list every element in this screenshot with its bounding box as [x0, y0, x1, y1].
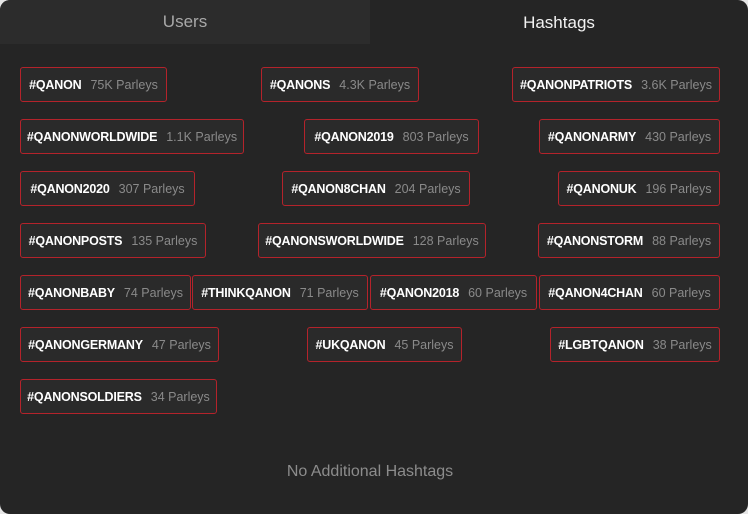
hashtag-count: 307 Parleys [118, 181, 185, 196]
hashtag-name: #QANONSOLDIERS [27, 389, 142, 404]
hashtag-name: #THINKQANON [201, 285, 291, 300]
hashtag-name: #QANONUK [566, 181, 637, 196]
hashtag-name: #QANON4CHAN [548, 285, 643, 300]
hashtag-count: 47 Parleys [151, 337, 211, 352]
hashtag-count: 3.6K Parleys [641, 77, 712, 92]
hashtag-chip[interactable]: #QANONSTORM 88 Parleys [538, 223, 720, 258]
hashtag-count: 204 Parleys [394, 181, 461, 196]
hashtag-chip[interactable]: #QANONARMY 430 Parleys [539, 119, 720, 154]
hashtag-count: 71 Parleys [299, 285, 359, 300]
hashtag-count: 34 Parleys [150, 389, 210, 404]
hashtag-name: #QANONPOSTS [28, 233, 123, 248]
hashtag-count: 4.3K Parleys [339, 77, 411, 92]
hashtag-chip[interactable]: #QANONGERMANY 47 Parleys [20, 327, 219, 362]
hashtag-chip[interactable]: #QANONWORLDWIDE 1.1K Parleys [20, 119, 244, 154]
hashtag-chip[interactable]: #LGBTQANON 38 Parleys [550, 327, 720, 362]
hashtag-count: 128 Parleys [412, 233, 479, 248]
hashtag-name: #LGBTQANON [558, 337, 644, 352]
hashtag-count: 430 Parleys [645, 129, 712, 144]
hashtag-count: 60 Parleys [468, 285, 528, 300]
hashtag-count: 74 Parleys [123, 285, 183, 300]
hashtag-name: #UKQANON [315, 337, 386, 352]
hashtag-count: 88 Parleys [652, 233, 712, 248]
hashtag-chip[interactable]: #QANON2018 60 Parleys [370, 275, 537, 310]
hashtag-chip[interactable]: #QANON2019 803 Parleys [304, 119, 479, 154]
hashtag-name: #QANON8CHAN [291, 181, 386, 196]
hashtag-count: 38 Parleys [652, 337, 712, 352]
hashtag-chip[interactable]: #QANONSOLDIERS 34 Parleys [20, 379, 217, 414]
hashtag-chip[interactable]: #UKQANON 45 Parleys [307, 327, 462, 362]
hashtag-name: #QANON2018 [379, 285, 460, 300]
hashtag-count: 803 Parleys [402, 129, 469, 144]
hashtag-chip[interactable]: #QANON 75K Parleys [20, 67, 167, 102]
hashtag-chip[interactable]: #QANONPATRIOTS 3.6K Parleys [512, 67, 720, 102]
hashtag-chip[interactable]: #QANONBABY 74 Parleys [20, 275, 191, 310]
hashtag-name: #QANONSWORLDWIDE [265, 233, 404, 248]
hashtag-count: 45 Parleys [394, 337, 454, 352]
hashtag-name: #QANON [29, 77, 82, 92]
hashtags-panel: Users Hashtags #QANON 75K Parleys #QANON… [0, 0, 748, 514]
hashtag-name: #QANONBABY [28, 285, 115, 300]
hashtag-count: 1.1K Parleys [166, 129, 238, 144]
hashtag-count: 75K Parleys [90, 77, 158, 92]
hashtag-name: #QANONPATRIOTS [520, 77, 633, 92]
no-additional-hashtags-message: No Additional Hashtags [286, 463, 454, 480]
hashtag-name: #QANONWORLDWIDE [26, 129, 158, 144]
hashtag-chip[interactable]: #QANONUK 196 Parleys [558, 171, 720, 206]
hashtag-chip[interactable]: #QANON2020 307 Parleys [20, 171, 195, 206]
hashtag-grid: #QANON 75K Parleys #QANONS 4.3K Parleys … [0, 0, 748, 514]
hashtag-count: 60 Parleys [651, 285, 711, 300]
hashtag-chip[interactable]: #QANONS 4.3K Parleys [261, 67, 419, 102]
hashtag-name: #QANONARMY [547, 129, 637, 144]
hashtag-chip[interactable]: #THINKQANON 71 Parleys [192, 275, 368, 310]
hashtag-name: #QANON2020 [30, 181, 110, 196]
hashtag-count: 196 Parleys [645, 181, 712, 196]
hashtag-chip[interactable]: #QANON8CHAN 204 Parleys [282, 171, 470, 206]
hashtag-name: #QANONS [269, 77, 331, 92]
hashtag-name: #QANON2019 [314, 129, 394, 144]
hashtag-chip[interactable]: #QANON4CHAN 60 Parleys [539, 275, 720, 310]
hashtag-name: #QANONGERMANY [28, 337, 143, 352]
hashtag-chip[interactable]: #QANONPOSTS 135 Parleys [20, 223, 206, 258]
hashtag-count: 135 Parleys [131, 233, 198, 248]
hashtag-chip[interactable]: #QANONSWORLDWIDE 128 Parleys [258, 223, 486, 258]
hashtag-name: #QANONSTORM [546, 233, 644, 248]
